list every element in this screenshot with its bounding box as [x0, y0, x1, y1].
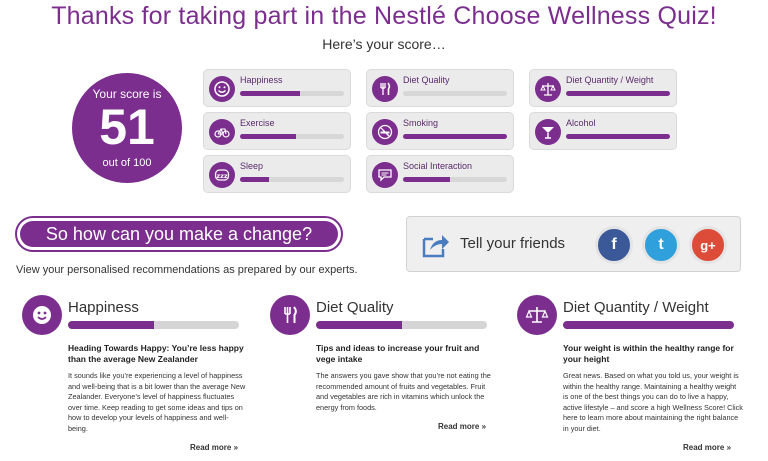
scale-icon: [517, 295, 557, 335]
read-more-link[interactable]: Read more »: [190, 443, 238, 452]
score-value: 51: [99, 99, 155, 155]
recommendation-heading: Tips and ideas to increase your fruit an…: [316, 343, 480, 364]
fork-knife-icon: [270, 295, 310, 335]
category-label: Alcohol: [566, 118, 596, 128]
read-more-link[interactable]: Read more »: [683, 443, 731, 452]
recommendation-progress-bar: [563, 321, 734, 329]
scale-icon: [535, 76, 561, 102]
fork-knife-icon: [372, 76, 398, 102]
tell-friends-label: Tell your friends: [460, 235, 566, 252]
recommendation-title: Diet Quality: [316, 299, 394, 316]
category-diet-quantity-weight[interactable]: Diet Quantity / Weight: [529, 69, 677, 107]
recommendation-title: Diet Quantity / Weight: [563, 299, 709, 316]
make-a-change-button[interactable]: So how can you make a change?: [15, 216, 343, 252]
no-smoking-icon: [372, 119, 398, 145]
make-a-change-label: So how can you make a change?: [20, 221, 338, 247]
share-panel: Tell your friends f t g+: [406, 216, 741, 272]
category-label: Sleep: [240, 161, 264, 171]
bicycle-icon: [209, 119, 235, 145]
category-diet-quality[interactable]: Diet Quality: [366, 69, 514, 107]
category-progress-bar: [240, 91, 344, 96]
category-sleep[interactable]: zzz Sleep: [203, 155, 351, 193]
facebook-icon[interactable]: f: [595, 226, 633, 264]
twitter-icon[interactable]: t: [642, 226, 680, 264]
share-arrow-icon: [421, 231, 451, 259]
smiley-icon: [22, 295, 62, 335]
recommendation-body: Great news. Based on what you told us, y…: [563, 371, 743, 433]
recommendation-progress-bar: [316, 321, 487, 329]
category-label: Exercise: [240, 118, 275, 128]
category-label: Happiness: [240, 75, 283, 85]
category-progress-bar: [403, 134, 507, 139]
sleep-zzz-icon: zzz: [209, 162, 235, 188]
recommendation-title: Happiness: [68, 299, 139, 316]
score-circle: Your score is 51 out of 100: [72, 73, 182, 183]
category-progress-bar: [566, 91, 670, 96]
page-subtitle: Here’s your score…: [322, 36, 446, 52]
category-label: Diet Quantity / Weight: [566, 75, 654, 85]
recommendation-heading: Your weight is within the healthy range …: [563, 343, 734, 364]
category-progress-bar: [240, 134, 344, 139]
svg-text:zzz: zzz: [216, 172, 228, 180]
score-out-of: out of 100: [102, 157, 152, 169]
recommendation-body: It sounds like you’re experiencing a lev…: [68, 371, 246, 433]
category-progress-bar: [240, 177, 344, 182]
category-label: Diet Quality: [403, 75, 450, 85]
smiley-icon: [209, 76, 235, 102]
category-progress-bar: [566, 134, 670, 139]
cocktail-glass-icon: [535, 119, 561, 145]
category-label: Smoking: [403, 118, 439, 128]
category-label: Social Interaction: [403, 161, 473, 171]
category-social-interaction[interactable]: Social Interaction: [366, 155, 514, 193]
recommendation-progress-bar: [68, 321, 239, 329]
category-exercise[interactable]: Exercise: [203, 112, 351, 150]
recommendations-intro: View your personalised recommendations a…: [16, 264, 358, 276]
category-happiness[interactable]: Happiness: [203, 69, 351, 107]
page-title: Thanks for taking part in the Nestlé Cho…: [51, 2, 717, 30]
category-alcohol[interactable]: Alcohol: [529, 112, 677, 150]
category-progress-bar: [403, 177, 507, 182]
category-smoking[interactable]: Smoking: [366, 112, 514, 150]
read-more-link[interactable]: Read more »: [438, 422, 486, 431]
speech-bubble-icon: [372, 162, 398, 188]
recommendation-body: The answers you gave show that you’re no…: [316, 371, 491, 412]
recommendation-heading: Heading Towards Happy: You’re less happy…: [68, 343, 244, 364]
category-progress-bar: [403, 91, 507, 96]
google-plus-icon[interactable]: g+: [689, 226, 727, 264]
